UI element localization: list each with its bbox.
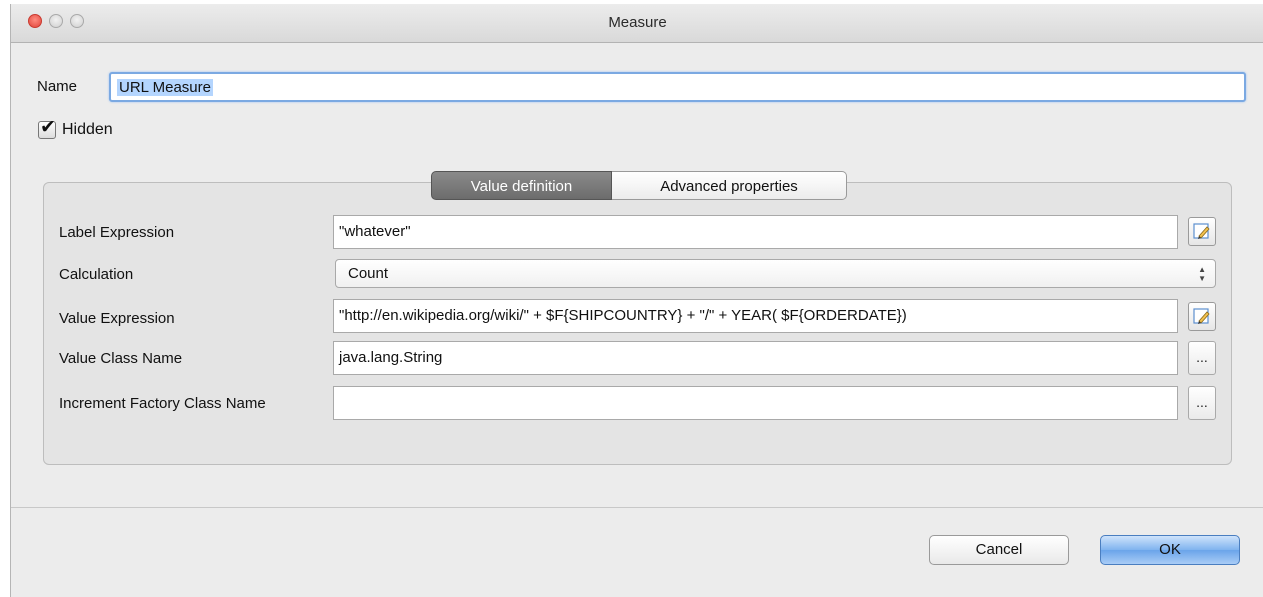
title-bar[interactable]: Measure	[11, 4, 1263, 43]
label-expression-value: "whatever"	[339, 223, 411, 240]
value-expression-field[interactable]: "http://en.wikipedia.org/wiki/" + $F{SHI…	[333, 299, 1178, 333]
hidden-checkbox[interactable]: ✔	[38, 117, 56, 139]
value-class-name-value: java.lang.String	[339, 349, 443, 366]
footer-separator	[11, 507, 1263, 508]
value-expression-edit-button[interactable]	[1188, 302, 1216, 331]
calculation-label: Calculation	[59, 266, 134, 283]
tab-bar: Value definition Advanced properties	[431, 171, 847, 200]
up-down-arrows-icon: ▲ ▼	[1198, 265, 1206, 283]
value-class-name-label: Value Class Name	[59, 350, 183, 367]
increment-factory-field[interactable]	[333, 386, 1178, 420]
window-title: Measure	[608, 14, 667, 31]
calculation-select[interactable]: Count ▲ ▼	[335, 259, 1216, 288]
pencil-edit-icon	[1193, 223, 1210, 239]
calculation-value: Count	[348, 265, 389, 282]
cancel-button[interactable]: Cancel	[929, 535, 1069, 565]
checkmark-icon: ✔	[40, 117, 56, 138]
increment-factory-label: Increment Factory Class Name	[59, 395, 266, 412]
tab-value-definition[interactable]: Value definition	[431, 171, 612, 200]
value-expression-label: Value Expression	[59, 310, 175, 327]
hidden-label: Hidden	[62, 121, 113, 138]
name-value: URL Measure	[117, 79, 213, 96]
tab-advanced-properties[interactable]: Advanced properties	[612, 171, 847, 200]
increment-factory-browse-button[interactable]: ...	[1188, 386, 1216, 420]
ok-button[interactable]: OK	[1100, 535, 1240, 565]
label-expression-edit-button[interactable]	[1188, 217, 1216, 246]
label-expression-label: Label Expression	[59, 224, 175, 241]
name-label: Name	[37, 78, 78, 95]
label-expression-field[interactable]: "whatever"	[333, 215, 1178, 249]
value-class-name-browse-button[interactable]: ...	[1188, 341, 1216, 375]
value-expression-value: "http://en.wikipedia.org/wiki/" + $F{SHI…	[339, 307, 907, 324]
pencil-edit-icon	[1193, 308, 1210, 324]
name-input[interactable]: URL Measure	[109, 72, 1246, 102]
value-class-name-field[interactable]: java.lang.String	[333, 341, 1178, 375]
measure-dialog: Measure Name URL Measure ✔ Hidden Value …	[10, 4, 1263, 597]
